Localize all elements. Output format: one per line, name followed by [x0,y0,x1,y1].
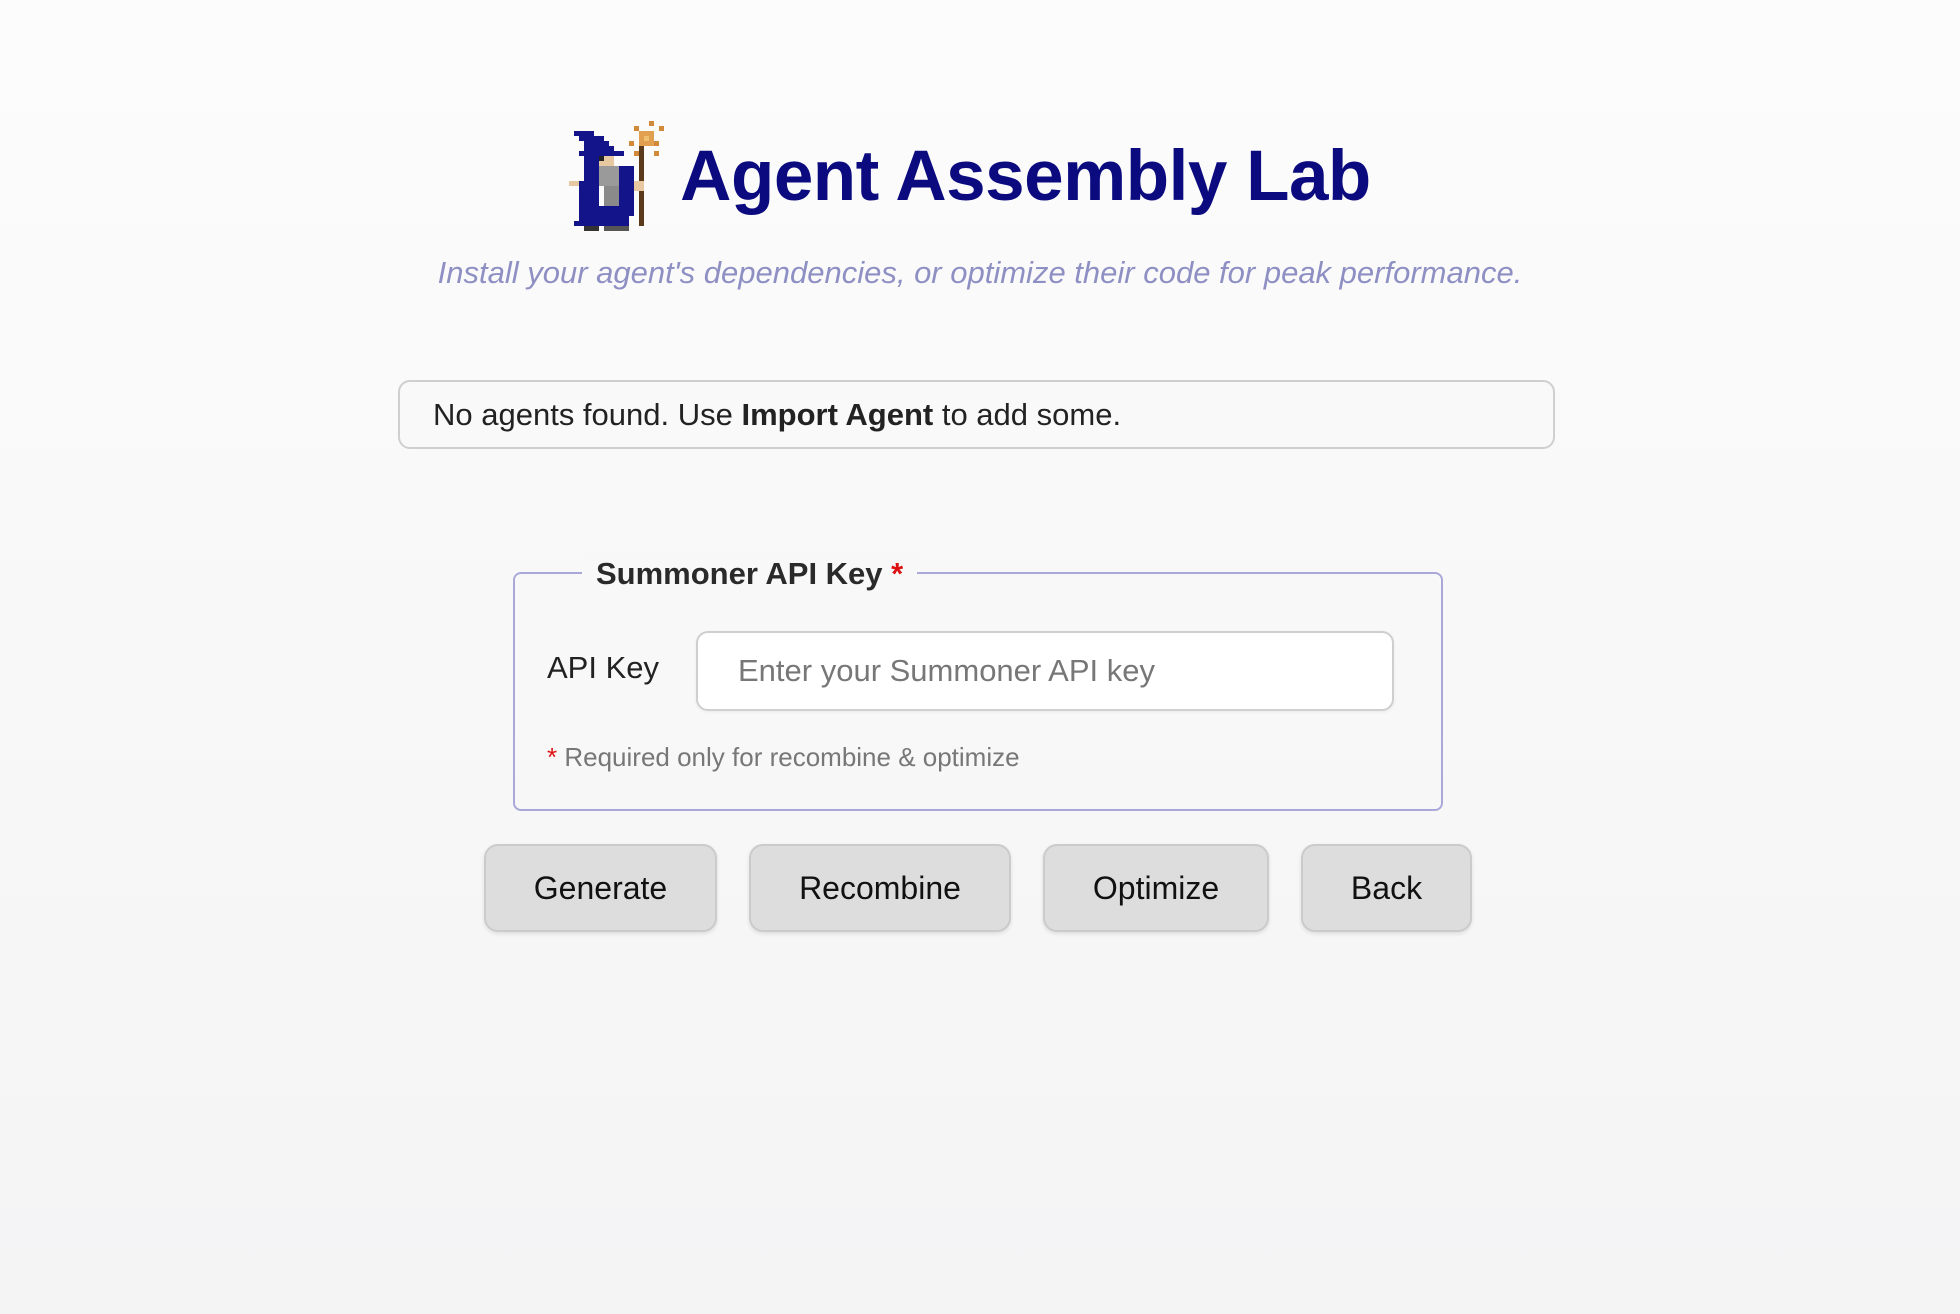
generate-button[interactable]: Generate [484,844,717,932]
required-asterisk: * [891,556,904,591]
action-buttons: Generate Recombine Optimize Back [0,844,1960,932]
api-key-fieldset: Summoner API Key * API Key * Required on… [513,554,1443,811]
no-agents-notice: No agents found. Use Import Agent to add… [398,380,1555,449]
page-title: Agent Assembly Lab [680,136,1371,216]
page-header: Agent Assembly Lab [0,120,1960,232]
wizard-icon [569,121,665,231]
page-subtitle: Install your agent's dependencies, or op… [437,255,1523,290]
back-button[interactable]: Back [1301,844,1472,932]
notice-text-prefix: No agents found. Use [433,396,742,432]
hint-text: Required only for recombine & optimize [564,742,1020,772]
notice-import-agent: Import Agent [741,396,934,432]
hint-asterisk: * [547,742,558,772]
legend-label: Summoner API Key [596,556,883,591]
notice-text-suffix: to add some. [933,396,1122,432]
api-key-legend: Summoner API Key * [582,554,918,594]
optimize-button[interactable]: Optimize [1043,844,1269,932]
recombine-button[interactable]: Recombine [749,844,1011,932]
api-key-hint: * Required only for recombine & optimize [547,742,1020,773]
api-key-label: API Key [547,650,659,685]
api-key-input[interactable] [696,631,1394,711]
